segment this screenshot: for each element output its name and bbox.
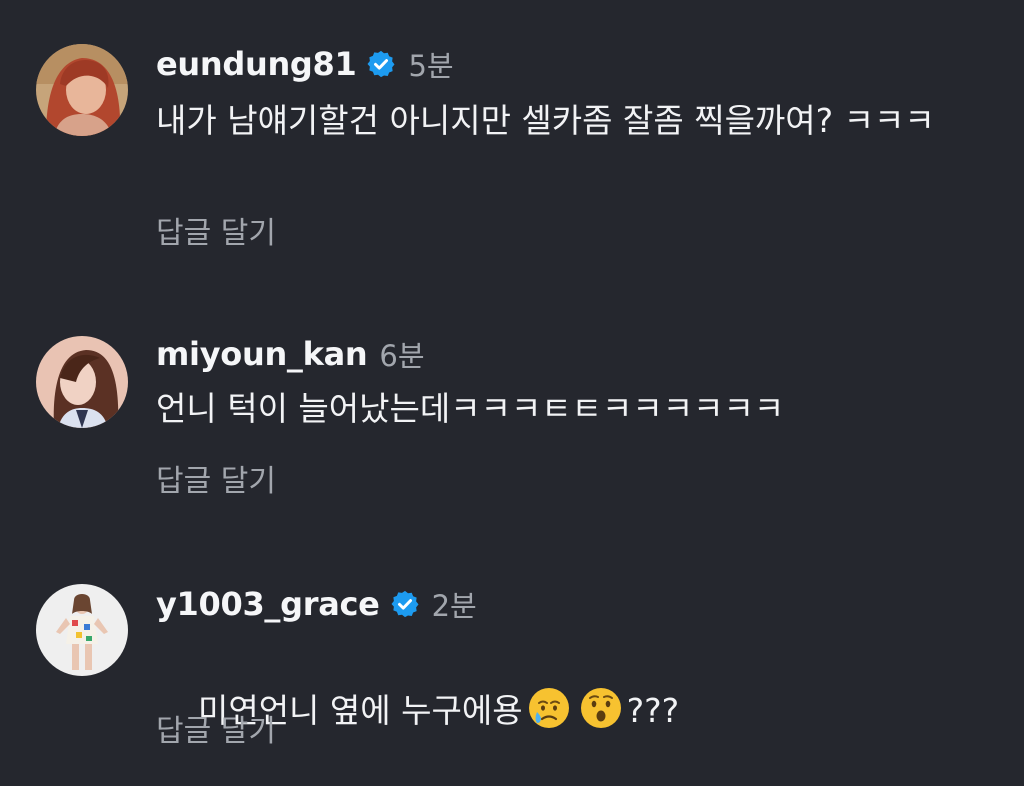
timestamp: 2분 — [431, 589, 477, 623]
comment-text: 언니 턱이 늘어났는데ㅋㅋㅋㅌㅌㅋㅋㅋㅋㅋㅋ — [156, 389, 785, 428]
username[interactable]: y1003_grace — [156, 585, 380, 623]
crying-face-emoji-icon — [528, 688, 569, 728]
reply-button[interactable]: 답글 달기 — [156, 706, 276, 750]
verified-badge-icon — [391, 590, 419, 618]
reply-button[interactable]: 답글 달기 — [156, 456, 276, 500]
comment-text: 내가 남얘기할건 아니지만 셀카좀 잘좀 찍을까여? ㅋㅋㅋ — [156, 101, 935, 140]
comment-header: y1003_grace 2분 — [156, 582, 477, 626]
comment-item: eundung81 5분 내가 남얘기할건 아니지만 셀카좀 잘좀 찍을까여? … — [0, 0, 1024, 280]
avatar[interactable] — [36, 44, 128, 136]
surprised-face-emoji-icon — [580, 688, 621, 728]
verified-badge-icon — [367, 50, 395, 78]
profile-photo-icon — [36, 336, 128, 428]
username[interactable]: miyoun_kan — [156, 335, 368, 373]
timestamp: 5분 — [408, 49, 454, 83]
username[interactable]: eundung81 — [156, 45, 357, 83]
comment-item: miyoun_kan 6분 언니 턱이 늘어났는데ㅋㅋㅋㅌㅌㅋㅋㅋㅋㅋㅋ 답글 … — [0, 290, 1024, 520]
reply-button[interactable]: 답글 달기 — [156, 208, 276, 252]
comment-item: y1003_grace 2분 미연언니 옆에 누구에용 ??? 답글 달기 — [0, 540, 1024, 784]
timestamp: 6분 — [379, 339, 425, 373]
profile-photo-icon — [36, 44, 128, 136]
comment-header: miyoun_kan 6분 — [156, 332, 425, 376]
profile-photo-icon — [36, 584, 128, 676]
avatar[interactable] — [36, 584, 128, 676]
comment-text: 미연언니 옆에 누구에용 ??? — [156, 636, 986, 786]
comment-text-suffix: ??? — [626, 691, 680, 730]
comment-header: eundung81 5분 — [156, 42, 454, 86]
avatar[interactable] — [36, 336, 128, 428]
